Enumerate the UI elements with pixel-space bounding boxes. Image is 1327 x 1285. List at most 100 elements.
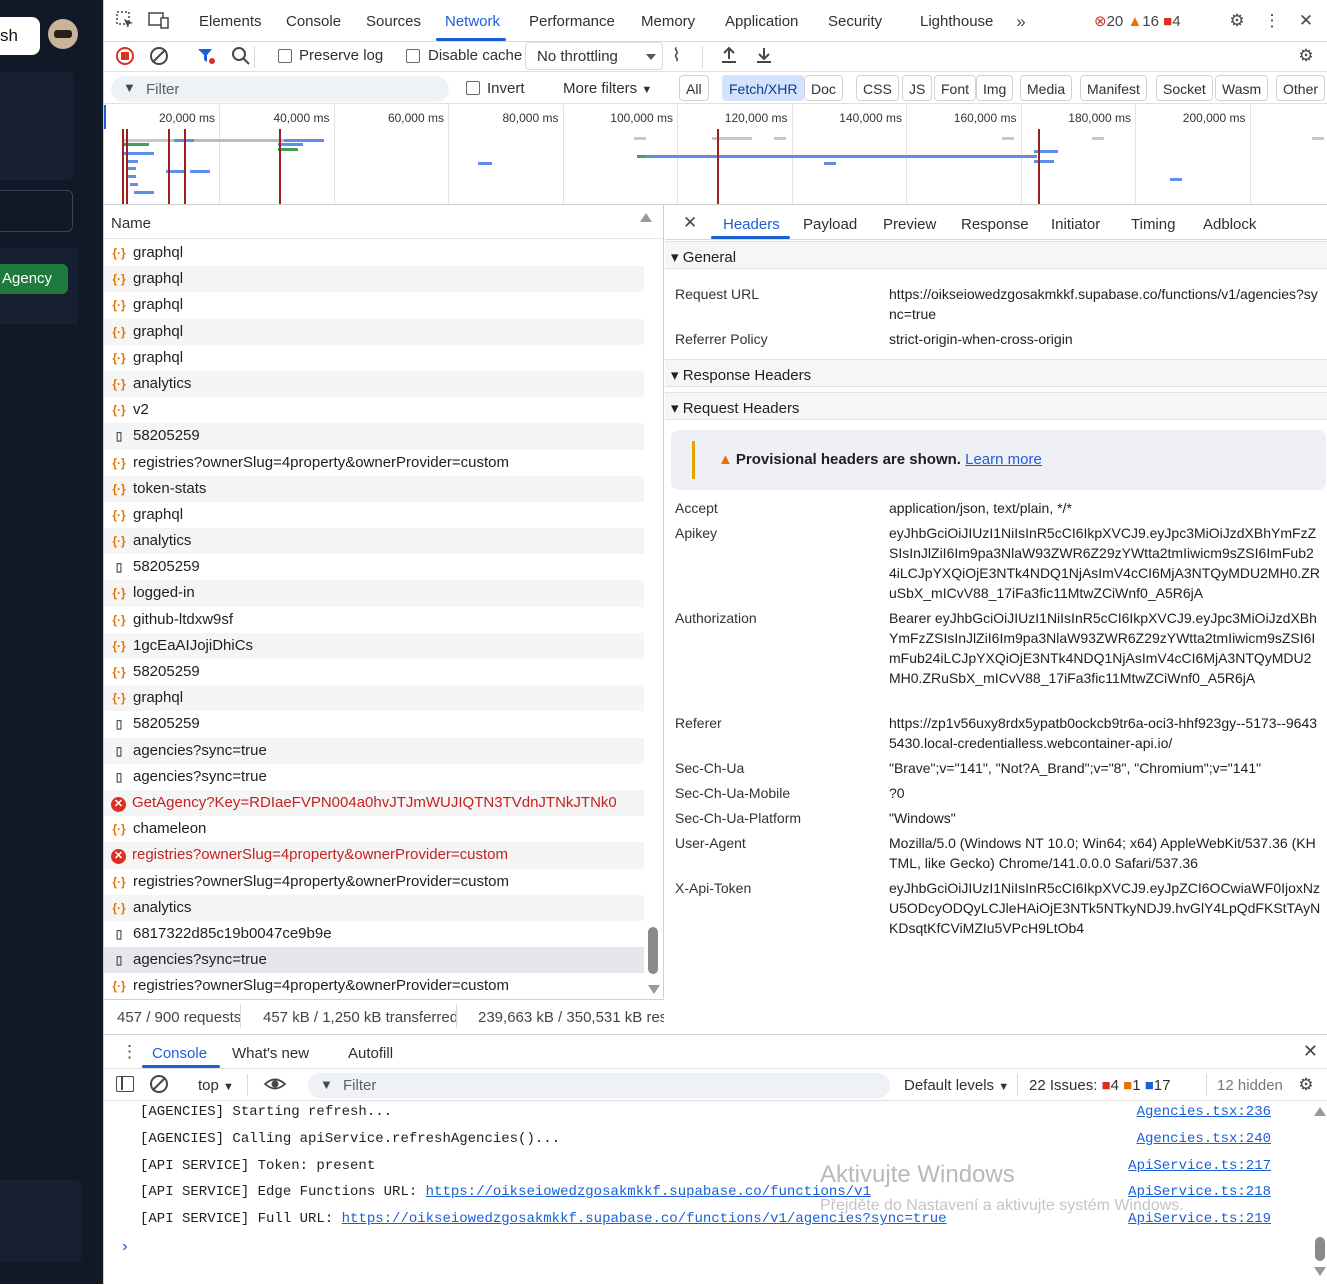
error-counter[interactable]: ⊗20 ▲16 ■4 bbox=[1094, 12, 1181, 30]
request-row[interactable]: {·} 58205259 bbox=[104, 659, 644, 686]
filter-type-wasm[interactable]: Wasm bbox=[1215, 75, 1269, 101]
request-row[interactable]: ▯ 58205259 bbox=[104, 711, 644, 738]
inspect-element-icon[interactable] bbox=[114, 10, 136, 32]
disable-cache-checkbox[interactable] bbox=[406, 49, 420, 63]
console-source-link[interactable]: Agencies.tsx:240 bbox=[1137, 1131, 1271, 1147]
sort-arrow-icon[interactable] bbox=[640, 213, 652, 222]
export-har-icon[interactable] bbox=[754, 45, 774, 68]
detail-tab-adblock[interactable]: Adblock bbox=[1203, 216, 1256, 233]
request-row[interactable]: {·} v2 bbox=[104, 397, 644, 424]
scrollbar-thumb[interactable] bbox=[648, 927, 658, 974]
request-row[interactable]: ▯ agencies?sync=true bbox=[104, 737, 644, 764]
console-source-link[interactable]: Agencies.tsx:236 bbox=[1137, 1104, 1271, 1120]
filter-type-all[interactable]: All bbox=[679, 75, 709, 101]
log-levels-select[interactable]: Default levels ▼ bbox=[904, 1077, 1009, 1094]
kebab-menu-icon[interactable]: ⋮ bbox=[1261, 10, 1283, 32]
clear-console-icon[interactable] bbox=[150, 1075, 168, 1093]
request-row[interactable]: {·} github-ltdxw9sf bbox=[104, 606, 644, 633]
filter-type-fetch-xhr[interactable]: Fetch/XHR bbox=[722, 75, 805, 101]
import-har-icon[interactable] bbox=[719, 45, 739, 68]
request-row[interactable]: {·} graphql bbox=[104, 266, 644, 293]
request-row[interactable]: {·} graphql bbox=[104, 318, 644, 345]
invert-checkbox[interactable] bbox=[466, 81, 480, 95]
avatar[interactable] bbox=[48, 19, 78, 49]
close-devtools-icon[interactable]: ✕ bbox=[1295, 10, 1317, 32]
request-headers-section[interactable]: ▾ Request Headers bbox=[665, 392, 1327, 420]
issues-counter[interactable]: 22 Issues: ■4 ■1 ■17 bbox=[1029, 1077, 1170, 1094]
network-settings-gear-icon[interactable]: ⚙ bbox=[1295, 45, 1317, 67]
request-row[interactable]: {·} analytics bbox=[104, 370, 644, 398]
filter-type-other[interactable]: Other bbox=[1276, 75, 1326, 101]
throttling-select[interactable]: No throttling bbox=[525, 42, 663, 70]
tab-console[interactable]: Console bbox=[286, 13, 341, 30]
detail-tab-headers[interactable]: Headers bbox=[723, 216, 780, 233]
request-row[interactable]: ✕ GetAgency?Key=RDIaeFVPN004a0hvJTJmWUJIQ… bbox=[104, 789, 644, 817]
console-prompt[interactable]: › bbox=[120, 1238, 130, 1256]
request-row[interactable]: {·} chameleon bbox=[104, 816, 644, 843]
request-row[interactable]: {·} graphql bbox=[104, 344, 644, 371]
drawer-menu-icon[interactable]: ⋮ bbox=[121, 1042, 138, 1062]
filter-funnel-icon[interactable] bbox=[197, 47, 215, 68]
request-row[interactable]: {·} graphql bbox=[104, 685, 644, 712]
app-input[interactable] bbox=[0, 190, 73, 232]
more-tabs-icon[interactable]: » bbox=[1010, 11, 1032, 33]
request-row[interactable]: ▯ agencies?sync=true bbox=[104, 763, 644, 790]
request-row[interactable]: {·} graphql bbox=[104, 501, 644, 529]
tab-memory[interactable]: Memory bbox=[641, 13, 695, 30]
console-message-link[interactable]: https://oikseiowedzgosakmkkf.supabase.co… bbox=[426, 1184, 871, 1200]
filter-type-img[interactable]: Img bbox=[976, 75, 1014, 101]
agency-button[interactable]: Agency bbox=[0, 264, 68, 294]
scroll-down-icon[interactable] bbox=[648, 985, 660, 994]
request-row[interactable]: {·} logged-in bbox=[104, 580, 644, 607]
general-section-header[interactable]: ▾ General bbox=[665, 241, 1327, 269]
request-row[interactable]: ▯ 58205259 bbox=[104, 423, 644, 450]
drawer-tab-autofill[interactable]: Autofill bbox=[348, 1045, 393, 1062]
filter-type-socket[interactable]: Socket bbox=[1156, 75, 1213, 101]
sidebar-toggle-icon[interactable] bbox=[116, 1076, 134, 1092]
network-overview[interactable]: 20,000 ms 40,000 ms 60,000 ms 80,000 ms 100,… bbox=[104, 105, 1327, 205]
tab-network[interactable]: Network bbox=[445, 13, 500, 30]
request-row[interactable]: {·} registries?ownerSlug=4property&ownerP… bbox=[104, 868, 644, 895]
drawer-tab-console[interactable]: Console bbox=[152, 1045, 207, 1062]
filter-type-font[interactable]: Font bbox=[934, 75, 977, 101]
filter-input[interactable]: ▼ Filter bbox=[111, 76, 449, 102]
drawer-tab-what-s-new[interactable]: What's new bbox=[232, 1045, 309, 1062]
request-row[interactable]: {·} token-stats bbox=[104, 475, 644, 502]
console-filter-input[interactable]: ▼ Filter bbox=[308, 1073, 890, 1098]
filter-type-manifest[interactable]: Manifest bbox=[1080, 75, 1147, 101]
filter-type-media[interactable]: Media bbox=[1020, 75, 1073, 101]
close-detail-icon[interactable]: ✕ bbox=[683, 213, 697, 233]
request-row[interactable]: {·} analytics bbox=[104, 894, 644, 921]
preserve-log-checkbox[interactable] bbox=[278, 49, 292, 63]
request-row[interactable]: {·} graphql bbox=[104, 240, 644, 267]
live-expression-eye-icon[interactable] bbox=[263, 1074, 287, 1097]
request-row[interactable]: ▯ agencies?sync=true bbox=[104, 947, 644, 974]
tab-sources[interactable]: Sources bbox=[366, 13, 421, 30]
detail-tab-response[interactable]: Response bbox=[961, 216, 1029, 233]
filter-type-doc[interactable]: Doc bbox=[804, 75, 843, 101]
tab-security[interactable]: Security bbox=[828, 13, 882, 30]
request-row[interactable]: {·} graphql bbox=[104, 292, 644, 319]
close-drawer-icon[interactable]: ✕ bbox=[1303, 1041, 1318, 1062]
detail-tab-timing[interactable]: Timing bbox=[1131, 216, 1175, 233]
console-scroll-down-icon[interactable] bbox=[1314, 1267, 1326, 1276]
name-column-header[interactable]: Name bbox=[104, 205, 663, 239]
request-row[interactable]: ✕ registries?ownerSlug=4property&ownerPro… bbox=[104, 842, 644, 869]
tab-performance[interactable]: Performance bbox=[529, 13, 615, 30]
console-source-link[interactable]: ApiService.ts:217 bbox=[1128, 1158, 1271, 1174]
filter-type-css[interactable]: CSS bbox=[856, 75, 899, 101]
detail-tab-payload[interactable]: Payload bbox=[803, 216, 857, 233]
tab-lighthouse[interactable]: Lighthouse bbox=[920, 13, 993, 30]
search-icon[interactable] bbox=[231, 46, 251, 69]
network-conditions-icon[interactable]: ⌇ bbox=[672, 45, 681, 66]
tab-elements[interactable]: Elements bbox=[199, 13, 262, 30]
request-row[interactable]: {·} 1gcEaAIJojiDhiCs bbox=[104, 632, 644, 659]
console-scrollbar-thumb[interactable] bbox=[1315, 1237, 1325, 1261]
request-row[interactable]: {·} registries?ownerSlug=4property&ownerP… bbox=[104, 973, 644, 998]
request-row[interactable]: ▯ 58205259 bbox=[104, 554, 644, 581]
clear-icon[interactable] bbox=[150, 47, 168, 65]
settings-gear-icon[interactable]: ⚙ bbox=[1226, 10, 1248, 32]
response-headers-section[interactable]: ▾ Response Headers bbox=[665, 359, 1327, 387]
request-row[interactable]: {·} registries?ownerSlug=4property&ownerP… bbox=[104, 449, 644, 476]
detail-tab-preview[interactable]: Preview bbox=[883, 216, 936, 233]
